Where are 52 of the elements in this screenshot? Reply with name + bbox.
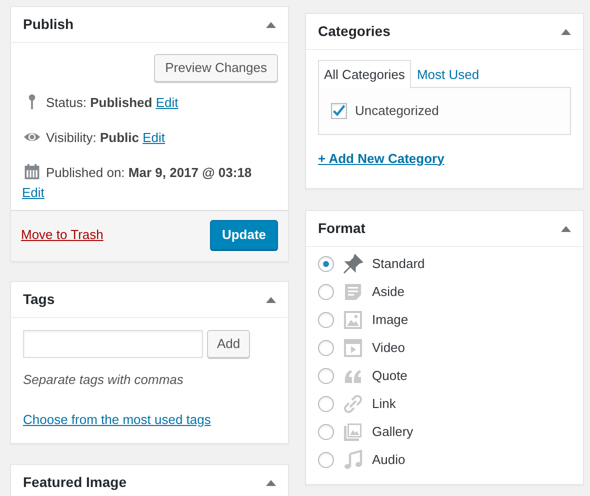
box-title: Publish [23,15,74,34]
music-note-icon [343,450,363,470]
collapse-arrow-icon [266,296,276,302]
format-label: Quote [372,367,408,386]
box-title: Categories [318,22,390,41]
format-radio[interactable] [318,396,334,412]
format-label: Aside [372,283,405,302]
format-radio[interactable] [318,256,334,272]
collapse-arrow-icon [266,22,276,28]
format-radio[interactable] [318,340,334,356]
category-label: Uncategorized [355,102,439,120]
collapse-arrow-icon [266,480,276,486]
format-radio[interactable] [318,424,334,440]
format-label: Gallery [372,423,414,442]
format-radio[interactable] [318,284,334,300]
status-text: Published on: Mar 9, 2017 @ 03:18 [46,165,252,180]
format-radio[interactable] [318,312,334,328]
add-new-category-link[interactable]: + Add New Category [318,148,444,168]
edit-link[interactable]: Edit [22,185,44,200]
format-radio[interactable] [318,368,334,384]
move-to-trash-link[interactable]: Move to Trash [21,225,104,245]
image-icon [343,310,363,330]
most-used-tags-link[interactable]: Choose from the most used tags [23,410,211,429]
link-icon [343,394,363,414]
status-text: Status: Published [46,95,152,110]
status-text: Visibility: Public [46,130,139,145]
update-button[interactable]: Update [210,220,278,250]
format-label: Audio [372,451,406,470]
category-tab[interactable]: All Categories [318,60,411,88]
format-label: Link [372,395,396,414]
calendar-icon [22,163,42,181]
edit-link[interactable]: Edit [142,130,165,145]
format-label: Video [372,339,406,358]
format-label: Image [372,311,408,330]
box-title: Format [318,219,366,238]
box-title: Featured Image [23,473,126,492]
gallery-icon [343,422,363,442]
category-tab[interactable]: Most Used [410,60,486,87]
pushpin-icon [343,254,363,274]
format-radio[interactable] [318,452,334,468]
tag-input-field[interactable] [23,330,203,358]
category-checkbox[interactable] [331,102,347,119]
format-label: Standard [372,255,425,274]
add-button[interactable]: Add [207,330,250,358]
edit-link[interactable]: Edit [156,95,178,110]
hint-text: Separate tags with commas [23,371,184,389]
note-icon [343,282,363,302]
box-title: Tags [23,290,55,309]
preview-changes-button[interactable]: Preview Changes [154,54,278,82]
video-icon [343,338,363,358]
collapse-arrow-icon [561,28,571,34]
collapse-arrow-icon [561,226,571,232]
